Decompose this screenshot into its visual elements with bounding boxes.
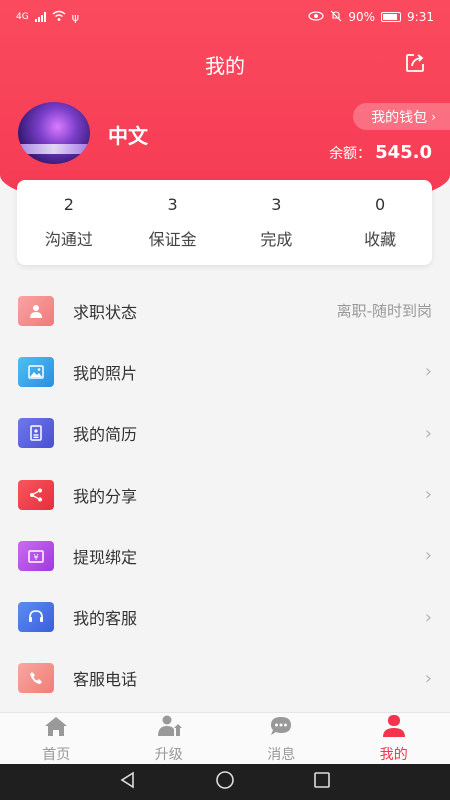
chevron-right-icon: › [424,484,432,506]
menu-item-resume[interactable]: 我的简历 › [0,403,450,464]
chevron-right-icon: › [424,606,432,628]
tab-label: 升级 [154,746,183,763]
tab-label: 消息 [267,746,296,763]
menu-item-job-status[interactable]: 求职状态 离职-随时到岗 [0,280,450,341]
menu-list: 求职状态 离职-随时到岗 我的照片 › 我的简历 › 我的分享 › ¥ 提现绑定… [0,280,450,709]
menu-item-withdraw[interactable]: ¥ 提现绑定 › [0,525,450,586]
message-icon [267,714,295,742]
usb-icon: ψ [71,10,79,24]
menu-item-label: 求职状态 [73,302,138,322]
stat-label: 收藏 [364,230,397,249]
home-circle-icon[interactable] [215,770,235,794]
upgrade-icon [155,714,183,742]
menu-item-share[interactable]: 我的分享 › [0,464,450,525]
person-icon [18,295,54,326]
chevron-right-icon: › [424,361,432,383]
stat-count: 2 [63,195,74,214]
battery-percent: 90% [348,10,376,24]
balance: 余额： 545.0 [329,142,432,163]
stat-deposit[interactable]: 3 保证金 [121,180,225,265]
menu-item-label: 我的简历 [73,425,138,445]
avatar[interactable] [18,102,90,164]
phone-icon [18,663,54,694]
tab-label: 首页 [42,746,71,763]
menu-item-label: 客服电话 [73,670,138,690]
chevron-right-icon: › [424,422,432,444]
stat-count: 3 [271,195,282,214]
tab-label: 我的 [379,746,408,763]
menu-item-label: 我的客服 [73,609,138,629]
menu-item-hotline[interactable]: 客服电话 › [0,648,450,709]
profile-icon [380,714,408,742]
stat-count: 0 [375,195,386,214]
mute-icon [330,10,342,25]
stat-contacted[interactable]: 2 沟通过 [17,180,121,265]
tab-messages[interactable]: 消息 [225,713,338,764]
tab-home[interactable]: 首页 [0,713,113,764]
signal-icon [34,12,46,22]
job-status-value: 离职-随时到岗 [336,302,432,321]
page-title: 我的 [205,54,245,78]
menu-item-label: 提现绑定 [73,547,138,567]
status-bar: 4G ψ 90% 9:31 [0,0,450,34]
wallet-button-label: 我的钱包 [371,109,428,126]
tab-upgrade[interactable]: 升级 [113,713,226,764]
stat-completed[interactable]: 3 完成 [225,180,329,265]
bottom-tab-bar: 首页 升级 消息 我的 [0,712,450,764]
resume-icon [18,418,54,449]
menu-item-label: 我的分享 [73,486,138,506]
eye-icon [308,10,324,24]
chevron-right-icon: › [424,545,432,567]
stats-card: 2 沟通过 3 保证金 3 完成 0 收藏 [17,180,432,265]
chevron-right-icon: › [431,109,436,124]
tab-profile[interactable]: 我的 [338,713,450,764]
username: 中文 [108,124,148,148]
balance-label: 余额： [329,146,372,162]
chevron-right-icon: › [424,667,432,689]
clock: 9:31 [407,10,434,24]
network-label: 4G [16,12,29,22]
wifi-icon [52,10,66,25]
stat-favorites[interactable]: 0 收藏 [328,180,432,265]
share-icon [18,479,54,510]
wallet-button[interactable]: 我的钱包 › [353,103,450,130]
battery-icon [381,12,402,22]
recents-icon[interactable] [312,770,332,794]
stat-label: 保证金 [148,230,197,249]
back-icon[interactable] [118,770,138,794]
balance-value: 545.0 [375,142,432,163]
share-out-icon[interactable] [404,52,426,74]
stat-count: 3 [167,195,178,214]
withdraw-icon: ¥ [18,540,54,571]
menu-item-support[interactable]: 我的客服 › [0,586,450,647]
menu-item-label: 我的照片 [73,363,138,383]
stat-label: 完成 [260,230,293,249]
image-icon [18,356,54,387]
home-icon [42,714,70,742]
menu-item-photos[interactable]: 我的照片 › [0,341,450,402]
svg-text:¥: ¥ [33,553,38,562]
stat-label: 沟通过 [44,230,93,249]
headset-icon [18,602,54,633]
system-nav-bar [0,764,450,800]
